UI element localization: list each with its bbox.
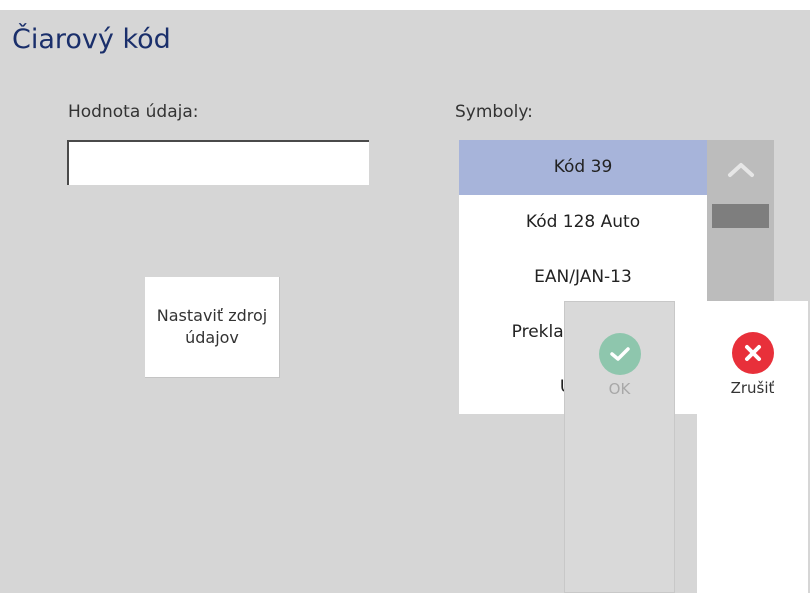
close-circle-icon (731, 332, 774, 374)
set-data-source-label: Nastaviť zdroj údajov (156, 306, 268, 347)
scroll-thumb[interactable] (712, 204, 769, 228)
cancel-label: Zrušiť (730, 379, 775, 397)
check-circle-icon (598, 333, 641, 375)
data-value-label: Hodnota údaja: (68, 102, 199, 122)
dialog-title: Čiarový kód (12, 24, 171, 55)
data-value-input[interactable] (67, 140, 369, 185)
cancel-button[interactable]: Zrušiť (697, 301, 808, 593)
ok-button[interactable]: OK (564, 301, 675, 593)
symbology-item-code128-auto[interactable]: Kód 128 Auto (459, 195, 707, 250)
symbology-item-code39[interactable]: Kód 39 (459, 140, 707, 195)
scroll-up-button[interactable] (707, 140, 774, 200)
symbology-label: Symboly: (455, 102, 533, 122)
ok-label: OK (608, 380, 631, 398)
chevron-up-icon (727, 163, 754, 177)
set-data-source-button[interactable]: Nastaviť zdroj údajov (145, 277, 280, 378)
barcode-dialog: Čiarový kód Hodnota údaja: Nastaviť zdro… (0, 10, 810, 593)
symbology-item-ean-jan-13[interactable]: EAN/JAN-13 (459, 250, 707, 305)
